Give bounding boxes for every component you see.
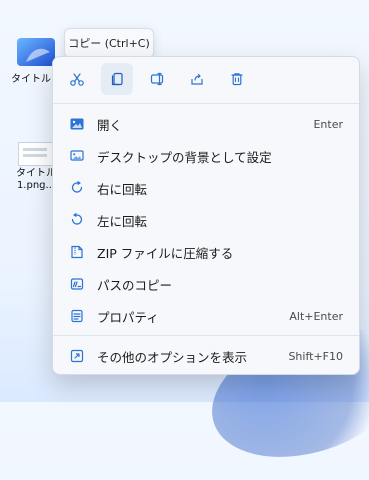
menu-item-shortcut: Alt+Enter — [289, 309, 343, 323]
copy-icon — [111, 72, 123, 86]
menu-item-label: プロパティ — [97, 309, 159, 325]
menu-item-label: その他のオプションを表示 — [97, 349, 248, 365]
rename-button[interactable] — [141, 63, 173, 95]
more-options-icon — [69, 348, 85, 364]
share-button[interactable] — [181, 63, 213, 95]
properties-icon — [69, 308, 85, 324]
menu-item-open[interactable]: 開く Enter — [53, 109, 359, 139]
menu-item-shortcut: Enter — [313, 117, 343, 131]
copy-button[interactable] — [101, 63, 133, 95]
menu-item-set-background[interactable]: デスクトップの背景として設定 — [53, 141, 359, 171]
menu-item-label: ZIP ファイルに圧縮する — [97, 245, 234, 261]
menu-item-compress-zip[interactable]: ZIP ファイルに圧縮する — [53, 237, 359, 267]
rotate-right-icon — [69, 180, 85, 196]
menu-item-properties[interactable]: プロパティ Alt+Enter — [53, 301, 359, 331]
windows-image-icon — [17, 38, 55, 66]
menu-item-label: 左に回転 — [97, 213, 148, 229]
menu-item-label: 開く — [97, 117, 123, 133]
menu-item-rotate-right[interactable]: 右に回転 — [53, 173, 359, 203]
context-menu: 開く Enter デスクトップの背景として設定 右に回転 左に回転 ZIP ファ… — [52, 56, 360, 375]
delete-button[interactable] — [221, 63, 253, 95]
menu-item-shortcut: Shift+F10 — [288, 349, 343, 363]
zip-icon — [69, 244, 85, 260]
context-menu-toolbar — [61, 63, 253, 97]
menu-item-copy-path[interactable]: パスのコピー — [53, 269, 359, 299]
menu-divider — [53, 103, 359, 104]
menu-item-label: 右に回転 — [97, 181, 148, 197]
tooltip: コピー (Ctrl+C) — [64, 28, 154, 58]
menu-item-label: デスクトップの背景として設定 — [97, 149, 272, 165]
rotate-left-icon — [69, 212, 85, 228]
menu-item-more-options[interactable]: その他のオプションを表示 Shift+F10 — [53, 341, 359, 371]
copy-path-icon — [69, 276, 85, 292]
menu-item-label: パスのコピー — [97, 277, 173, 293]
share-icon — [191, 73, 203, 85]
menu-divider — [53, 335, 359, 336]
rename-icon — [150, 72, 164, 86]
wallpaper-icon — [69, 148, 85, 164]
scissors-icon — [70, 73, 84, 86]
tooltip-text: コピー (Ctrl+C) — [68, 37, 150, 50]
menu-item-rotate-left[interactable]: 左に回転 — [53, 205, 359, 235]
cut-button[interactable] — [61, 63, 93, 95]
image-open-icon — [69, 116, 85, 132]
trash-icon — [231, 73, 243, 86]
